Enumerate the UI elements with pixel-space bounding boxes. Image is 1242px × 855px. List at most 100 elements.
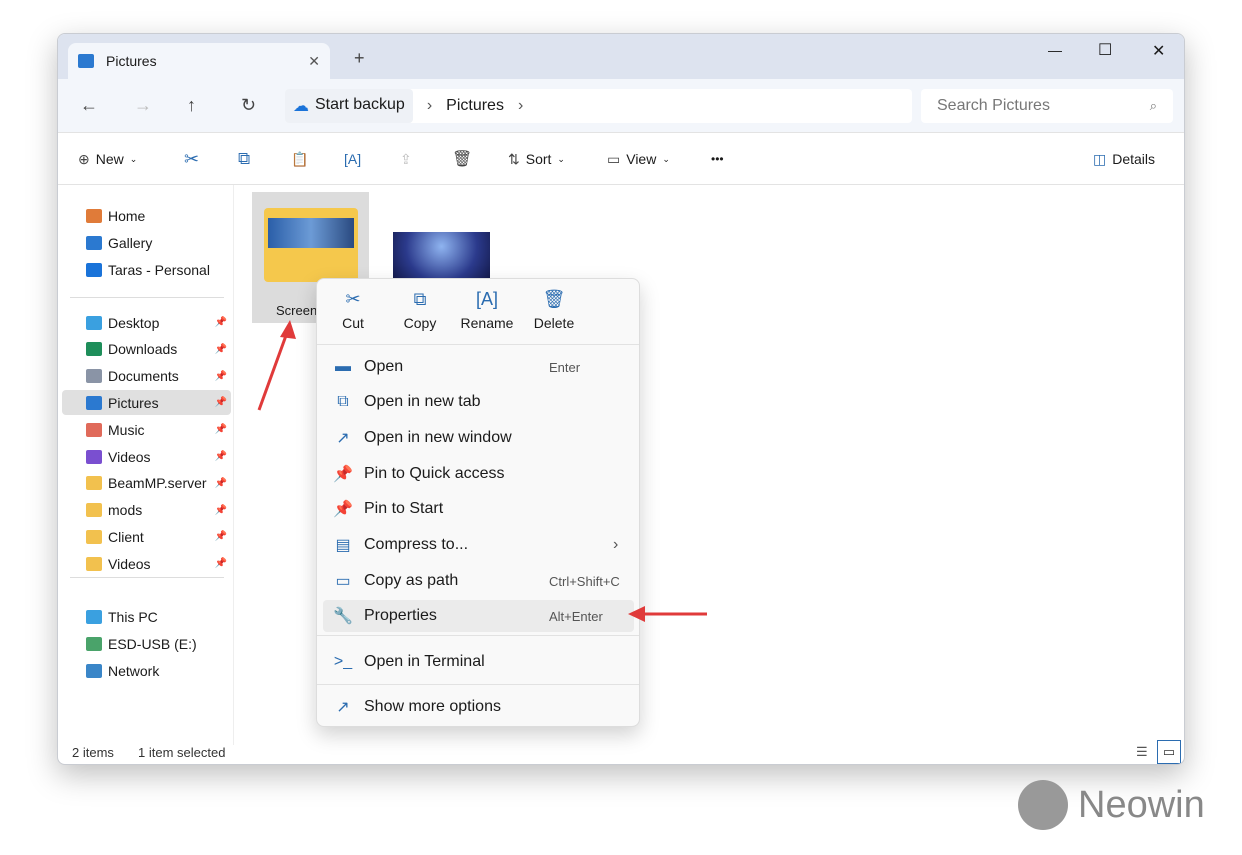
open-in-new-window-icon: ↗ <box>336 430 350 447</box>
chevron-right-icon[interactable]: › <box>518 97 523 115</box>
sort-button[interactable]: ⇅ Sort ⌄ <box>508 133 565 185</box>
close-window-button[interactable]: ✕ <box>1152 41 1165 61</box>
menu-item-open-in-new-tab[interactable]: ⧉ Open in new tab <box>323 386 634 418</box>
image-thumbnail[interactable] <box>393 232 490 280</box>
sidebar-item-esd-usb-e[interactable]: ESD-USB (E:) <box>62 631 231 656</box>
breadcrumb-start-backup[interactable]: ☁ Start backup <box>285 89 413 123</box>
sidebar-item-mods[interactable]: mods 📌 <box>62 498 231 523</box>
sidebar-item-documents[interactable]: Documents 📌 <box>62 364 231 389</box>
maximize-button[interactable]: ☐ <box>1098 40 1112 60</box>
copy-icon: ⧉ <box>413 289 427 309</box>
pin-icon[interactable]: 📌 <box>215 531 227 542</box>
sidebar-item-videos[interactable]: Videos 📌 <box>62 551 231 576</box>
folder-icon <box>264 208 358 282</box>
menu-item-open[interactable]: ▬ Open Enter <box>323 351 634 383</box>
delete-icon: 🗑 <box>542 289 566 309</box>
annotation-arrow-properties <box>628 606 707 622</box>
sidebar-item-videos[interactable]: Videos 📌 <box>62 444 231 469</box>
menu-item-compress-to[interactable]: ▤ Compress to... › <box>323 529 634 561</box>
breadcrumb-pictures[interactable]: Pictures <box>446 97 504 115</box>
menu-item-show-more-options[interactable]: ↗ Show more options <box>323 691 634 723</box>
chevron-down-icon: ⌄ <box>557 153 565 164</box>
view-button[interactable]: ▭ View ⌄ <box>607 133 670 185</box>
mods-icon <box>86 503 102 518</box>
sidebar-item-taras-personal[interactable]: Taras - Personal <box>62 257 231 282</box>
neowin-watermark: Neowin <box>1018 780 1205 830</box>
details-view-icon[interactable]: ☰ <box>1136 744 1148 760</box>
sidebar-item-music[interactable]: Music 📌 <box>62 417 231 442</box>
refresh-icon[interactable]: ↻ <box>241 95 256 116</box>
cut-icon[interactable]: ✂ <box>184 133 199 185</box>
home-icon <box>86 208 102 223</box>
beammp-server-icon <box>86 476 102 491</box>
copy-button[interactable]: ⧉ Copy <box>390 289 450 331</box>
back-icon[interactable]: ← <box>80 95 98 116</box>
esd-usb-e-icon <box>86 636 102 651</box>
copy-icon[interactable]: ⧉ <box>238 133 250 185</box>
navigation-pane: Home Gallery Taras - Personal Desktop 📌 Downl… <box>58 185 234 745</box>
menu-item-pin-to-quick-access[interactable]: 📌 Pin to Quick access <box>323 458 634 490</box>
pin-icon[interactable]: 📌 <box>215 505 227 516</box>
pin-to-quick-access-icon: 📌 <box>333 466 353 483</box>
sidebar-item-client[interactable]: Client 📌 <box>62 524 231 549</box>
pin-icon[interactable]: 📌 <box>215 451 227 462</box>
sidebar-item-desktop[interactable]: Desktop 📌 <box>62 310 231 335</box>
new-tab-button[interactable]: + <box>354 48 365 69</box>
pin-icon[interactable]: 📌 <box>215 424 227 435</box>
show-more-options-icon: ↗ <box>336 699 350 716</box>
pin-icon[interactable]: 📌 <box>215 317 227 328</box>
up-icon[interactable]: ↑ <box>187 95 196 116</box>
shortcut-label: › <box>613 536 619 553</box>
menu-item-copy-as-path[interactable]: ▭ Copy as path Ctrl+Shift+C <box>323 565 634 597</box>
sidebar-item-home[interactable]: Home <box>62 203 231 228</box>
details-button[interactable]: ◫ Details <box>1093 133 1155 185</box>
close-tab-button[interactable]: ✕ <box>308 53 320 70</box>
desktop-icon <box>86 315 102 330</box>
pin-icon[interactable]: 📌 <box>215 344 227 355</box>
sidebar-item-beammp-server[interactable]: BeamMP.server 📌 <box>62 471 231 496</box>
menu-item-open-in-terminal[interactable]: >_ Open in Terminal <box>323 646 634 678</box>
pin-icon[interactable]: 📌 <box>215 478 227 489</box>
menu-item-properties[interactable]: 🔧 Properties Alt+Enter <box>323 600 634 632</box>
cloud-backup-icon: ☁ <box>293 98 309 115</box>
sidebar-item-pictures[interactable]: Pictures 📌 <box>62 390 231 416</box>
annotation-arrow-folder <box>257 320 296 411</box>
open-in-terminal-icon: >_ <box>333 653 353 670</box>
sidebar-item-downloads[interactable]: Downloads 📌 <box>62 337 231 362</box>
search-icon: ⌕ <box>1149 98 1157 113</box>
tab-pictures[interactable]: Pictures ✕ <box>68 43 330 79</box>
delete-icon[interactable]: 🗑 <box>452 133 472 185</box>
context-menu: ✂ Cut ⧉ Copy [A] Rename 🗑 Delete ▬ Open Enter ⧉ Open… <box>316 278 640 727</box>
pin-icon[interactable]: 📌 <box>215 397 227 408</box>
share-icon[interactable]: ⇪ <box>400 133 412 185</box>
copy-as-path-icon: ▭ <box>335 573 351 590</box>
paste-icon[interactable]: 📋 <box>291 133 308 185</box>
more-options-button[interactable]: ••• <box>711 133 724 185</box>
compress-to-icon: ▤ <box>335 537 351 554</box>
rename-button[interactable]: [A] Rename <box>457 289 517 331</box>
search-input[interactable]: Search Pictures ⌕ <box>921 89 1173 123</box>
minimize-button[interactable]: — <box>1048 42 1062 58</box>
pin-icon[interactable]: 📌 <box>215 558 227 569</box>
plus-circle-icon: ⊕ <box>78 150 90 167</box>
address-row: ← → ↑ ↻ ☁ Start backup › Pictures › Searc… <box>58 79 1184 133</box>
tab-bar: Pictures ✕ + — ☐ ✕ <box>58 34 1184 79</box>
cut-button[interactable]: ✂ Cut <box>323 289 383 331</box>
forward-icon[interactable]: → <box>134 95 152 116</box>
sidebar-item-gallery[interactable]: Gallery <box>62 230 231 255</box>
status-bar: 2 items 1 item selected ☰ ▭ <box>58 740 1184 764</box>
sidebar-item-this-pc[interactable]: This PC <box>62 604 231 629</box>
tiles-view-icon[interactable]: ▭ <box>1157 740 1181 764</box>
new-button[interactable]: ⊕ New ⌄ <box>78 133 137 185</box>
menu-item-pin-to-start[interactable]: 📌 Pin to Start <box>323 493 634 525</box>
delete-button[interactable]: 🗑 Delete <box>524 289 584 331</box>
address-bar[interactable]: ☁ Start backup › Pictures › <box>285 89 912 123</box>
rename-icon: [A] <box>475 289 498 309</box>
pin-icon[interactable]: 📌 <box>215 371 227 382</box>
sidebar-item-network[interactable]: Network <box>62 658 231 683</box>
rename-icon[interactable]: [A] <box>344 133 361 185</box>
menu-item-open-in-new-window[interactable]: ↗ Open in new window <box>323 422 634 454</box>
pictures-icon <box>78 54 94 68</box>
tab-title: Pictures <box>106 53 157 69</box>
neowin-logo <box>1018 780 1068 830</box>
